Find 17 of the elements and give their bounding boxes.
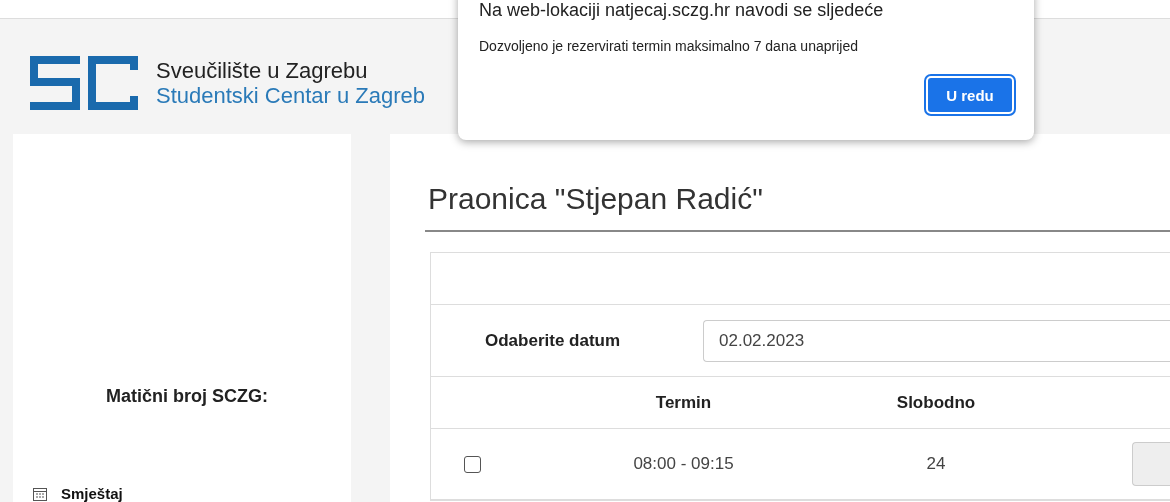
dialog-message: Dozvoljeno je rezervirati termin maksimalno 7 dana unaprijed [479, 38, 859, 54]
sidebar-item[interactable]: Smještaj [33, 487, 123, 501]
dialog-title: Na web-lokaciji natjecaj.sczg.hr navodi se sljedeće [479, 0, 885, 21]
site-subtitle: Studentski Centar u Zagreb [156, 83, 426, 108]
logo-icon [30, 56, 138, 110]
site-title: Sveučilište u Zagrebu [156, 58, 369, 83]
table-cell: 24 [926, 454, 946, 474]
column-header: Termin [655, 392, 712, 413]
column-header: Slobodno [896, 392, 976, 413]
date-label: Odaberite datum [485, 330, 622, 351]
table-cell: 08:00 - 09:15 [633, 454, 734, 474]
id-label: Matični broj SCZG: [106, 386, 268, 407]
date-field[interactable]: 02.02.2023 [703, 319, 1170, 362]
page-title: Praonica "Stjepan Radić" [425, 182, 1170, 232]
calendar-icon [33, 487, 47, 501]
ok-button[interactable]: U redu [926, 76, 1014, 114]
checkbox[interactable] [464, 455, 481, 473]
